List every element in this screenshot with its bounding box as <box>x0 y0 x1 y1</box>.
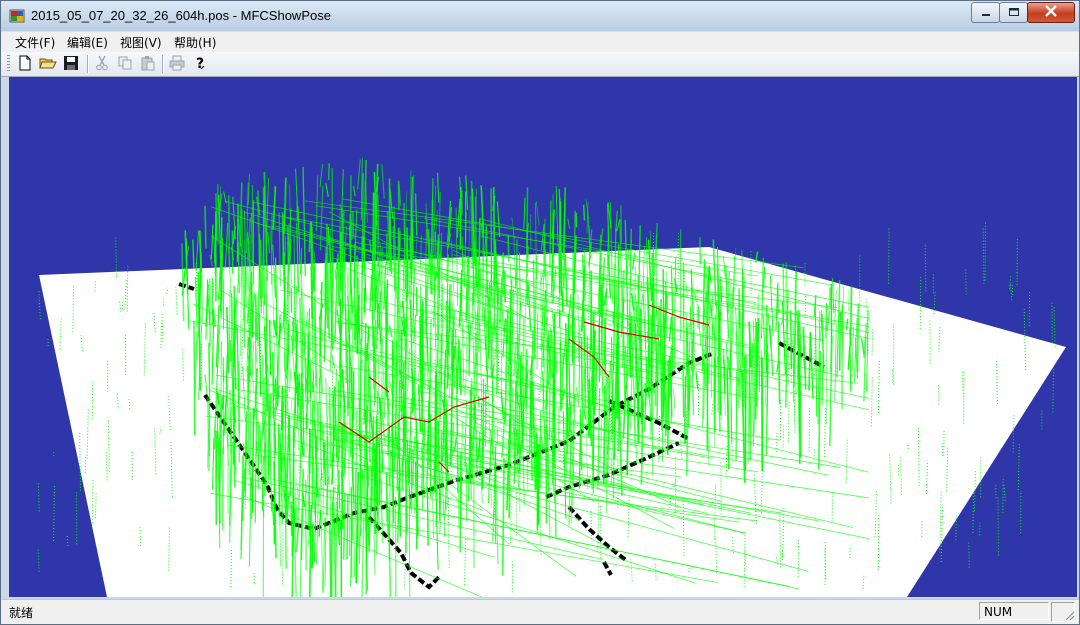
size-grip[interactable] <box>1063 609 1075 621</box>
point-cloud-scene[interactable] <box>9 77 1077 597</box>
save-icon <box>63 55 79 74</box>
status-bar: 就绪 NUM <box>1 599 1079 624</box>
about-button[interactable]: ? <box>190 54 210 74</box>
opengl-viewport[interactable] <box>9 77 1077 597</box>
toolbar-separator <box>87 55 88 73</box>
menu-bar: 文件(F) 编辑(E) 视图(V) 帮助(H) <box>1 31 1079 52</box>
cut-button[interactable] <box>92 54 112 74</box>
copy-button[interactable] <box>115 54 135 74</box>
num-lock-indicator: NUM <box>979 602 1049 620</box>
new-file-icon <box>17 55 33 74</box>
mfc-app-icon[interactable] <box>9 8 25 24</box>
menu-view[interactable]: 视图(V) <box>120 34 162 51</box>
minimize-button[interactable] <box>971 2 1000 23</box>
close-icon <box>1044 5 1058 20</box>
toolbar-grip[interactable] <box>7 55 10 73</box>
menu-edit[interactable]: 编辑(E) <box>67 34 108 51</box>
paste-button[interactable] <box>138 54 158 74</box>
menu-file[interactable]: 文件(F) <box>15 34 55 51</box>
save-button[interactable] <box>61 54 81 74</box>
maximize-button[interactable] <box>999 2 1028 23</box>
title-bar[interactable]: 2015_05_07_20_32_26_604h.pos - MFCShowPo… <box>1 1 1079 31</box>
close-button[interactable] <box>1027 2 1075 23</box>
paste-icon <box>140 55 156 74</box>
open-folder-icon <box>39 55 57 74</box>
print-icon <box>169 55 185 74</box>
toolbar-separator <box>162 55 163 73</box>
svg-text:?: ? <box>196 56 204 71</box>
menu-help[interactable]: 帮助(H) <box>174 34 216 51</box>
window-title: 2015_05_07_20_32_26_604h.pos - MFCShowPo… <box>31 8 331 23</box>
status-text: 就绪 <box>9 606 34 620</box>
toolbar: ? <box>1 52 1079 77</box>
help-icon: ? <box>192 55 208 74</box>
open-button[interactable] <box>38 54 58 74</box>
print-button[interactable] <box>167 54 187 74</box>
maximize-icon <box>1008 6 1020 20</box>
cut-icon <box>94 55 110 74</box>
app-window: 2015_05_07_20_32_26_604h.pos - MFCShowPo… <box>0 0 1080 625</box>
minimize-icon <box>981 6 991 20</box>
new-button[interactable] <box>15 54 35 74</box>
copy-icon <box>117 55 133 74</box>
